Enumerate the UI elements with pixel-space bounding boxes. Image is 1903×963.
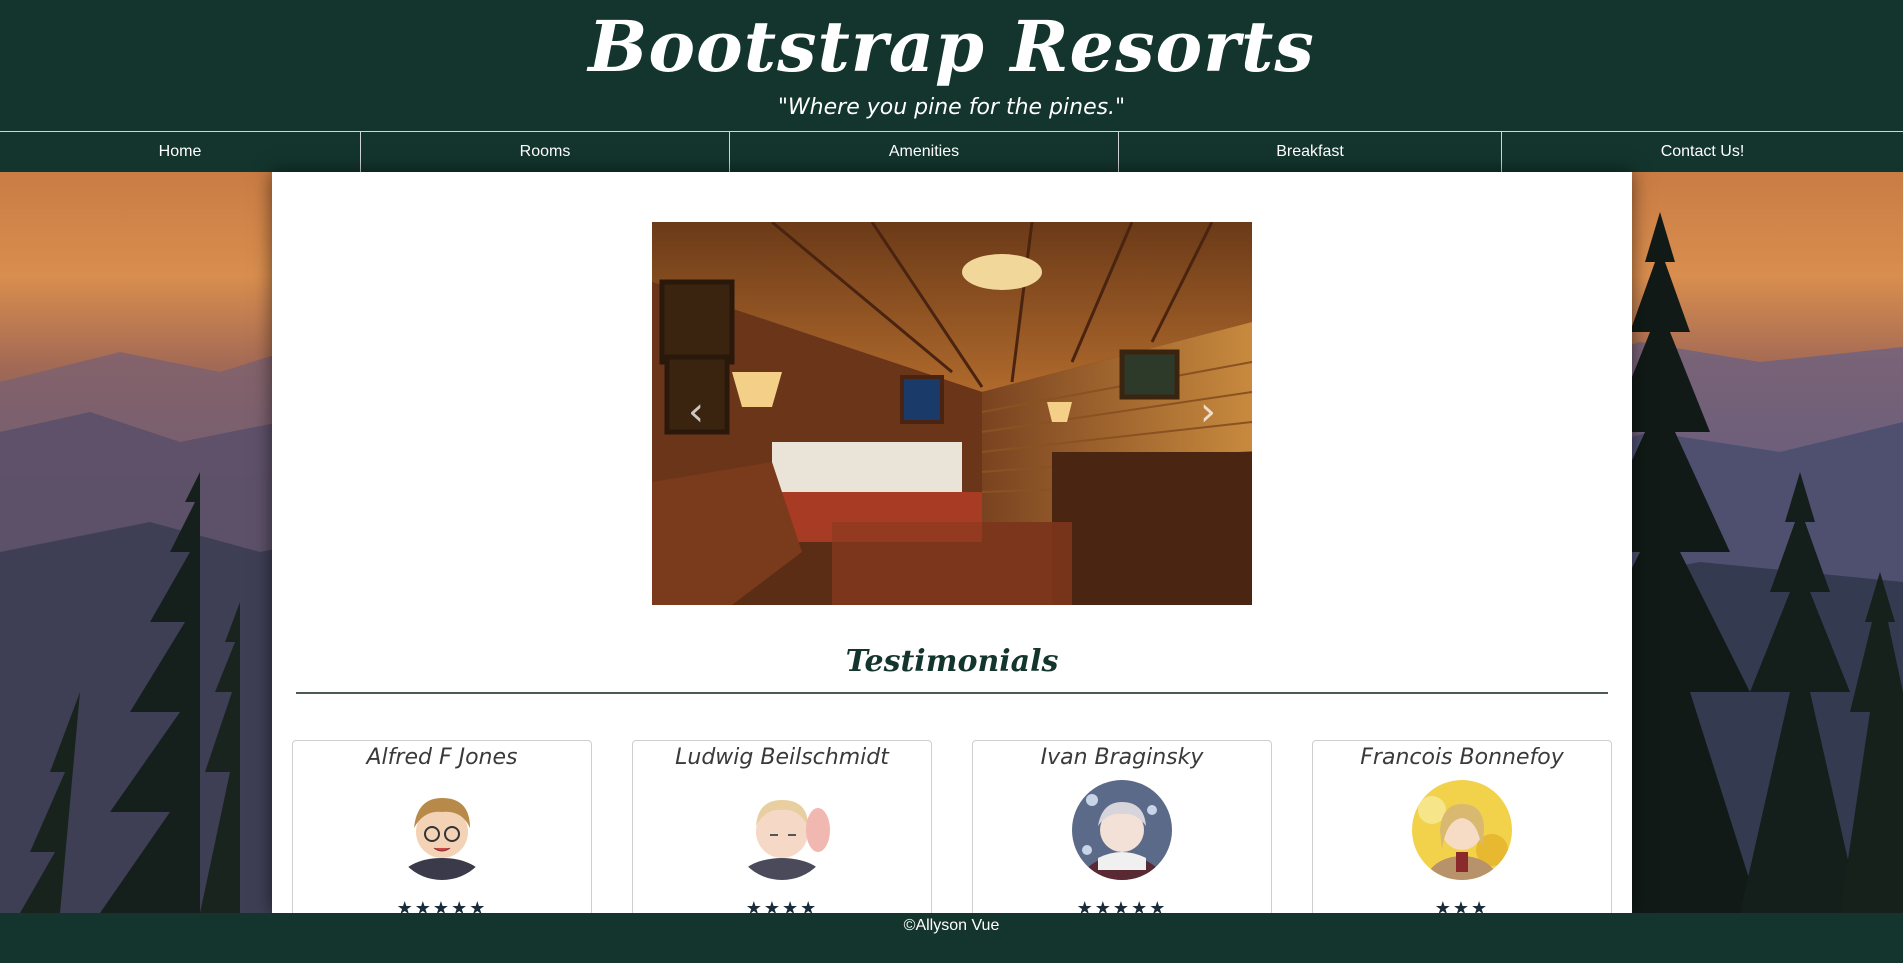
avatar xyxy=(1072,780,1172,880)
testimonial-card: Ludwig Beilschmidt ★★★★ xyxy=(632,740,932,913)
testimonial-cards: Alfred F Jones ★★★★★ Ludwig Beilschmidt xyxy=(292,740,1612,913)
star-rating: ★★★★★ xyxy=(1076,898,1168,913)
nav-item-contact[interactable]: Contact Us! xyxy=(1502,132,1903,172)
testimonial-card: Francois Bonnefoy ★★★ xyxy=(1312,740,1612,913)
avatar xyxy=(392,780,492,880)
cabin-room-photo xyxy=(652,222,1252,605)
nav-item-home[interactable]: Home xyxy=(0,132,361,172)
main-content: ‹ › Testimonials Alfred F Jones ★★★★★ Lu… xyxy=(272,172,1632,913)
testimonial-card: Alfred F Jones ★★★★★ xyxy=(292,740,592,913)
site-footer: ©Allyson Vue xyxy=(0,913,1903,963)
chevron-right-icon[interactable]: › xyxy=(1188,382,1228,442)
section-divider xyxy=(296,692,1608,694)
room-photo-carousel[interactable]: ‹ › xyxy=(652,222,1252,605)
avatar xyxy=(1412,780,1512,880)
site-tagline: "Where you pine for the pines." xyxy=(777,95,1126,120)
testimonial-author-name: Ludwig Beilschmidt xyxy=(675,745,889,770)
nav-item-rooms[interactable]: Rooms xyxy=(361,132,730,172)
main-navigation: Home Rooms Amenities Breakfast Contact U… xyxy=(0,131,1903,172)
nav-item-breakfast[interactable]: Breakfast xyxy=(1119,132,1502,172)
star-rating: ★★★★★ xyxy=(396,898,488,913)
site-header: Bootstrap Resorts "Where you pine for th… xyxy=(0,0,1903,131)
copyright-text: ©Allyson Vue xyxy=(903,917,1000,934)
testimonials-heading: Testimonials xyxy=(845,644,1059,679)
star-rating: ★★★ xyxy=(1434,898,1490,913)
avatar xyxy=(732,780,832,880)
testimonial-author-name: Francois Bonnefoy xyxy=(1360,745,1564,770)
chevron-left-icon[interactable]: ‹ xyxy=(676,382,716,442)
testimonial-author-name: Ivan Braginsky xyxy=(1040,745,1204,770)
testimonial-card: Ivan Braginsky ★★★★★ xyxy=(972,740,1272,913)
site-title: Bootstrap Resorts xyxy=(588,5,1315,88)
star-rating: ★★★★ xyxy=(745,898,819,913)
testimonial-author-name: Alfred F Jones xyxy=(366,745,518,770)
nav-item-amenities[interactable]: Amenities xyxy=(730,132,1119,172)
